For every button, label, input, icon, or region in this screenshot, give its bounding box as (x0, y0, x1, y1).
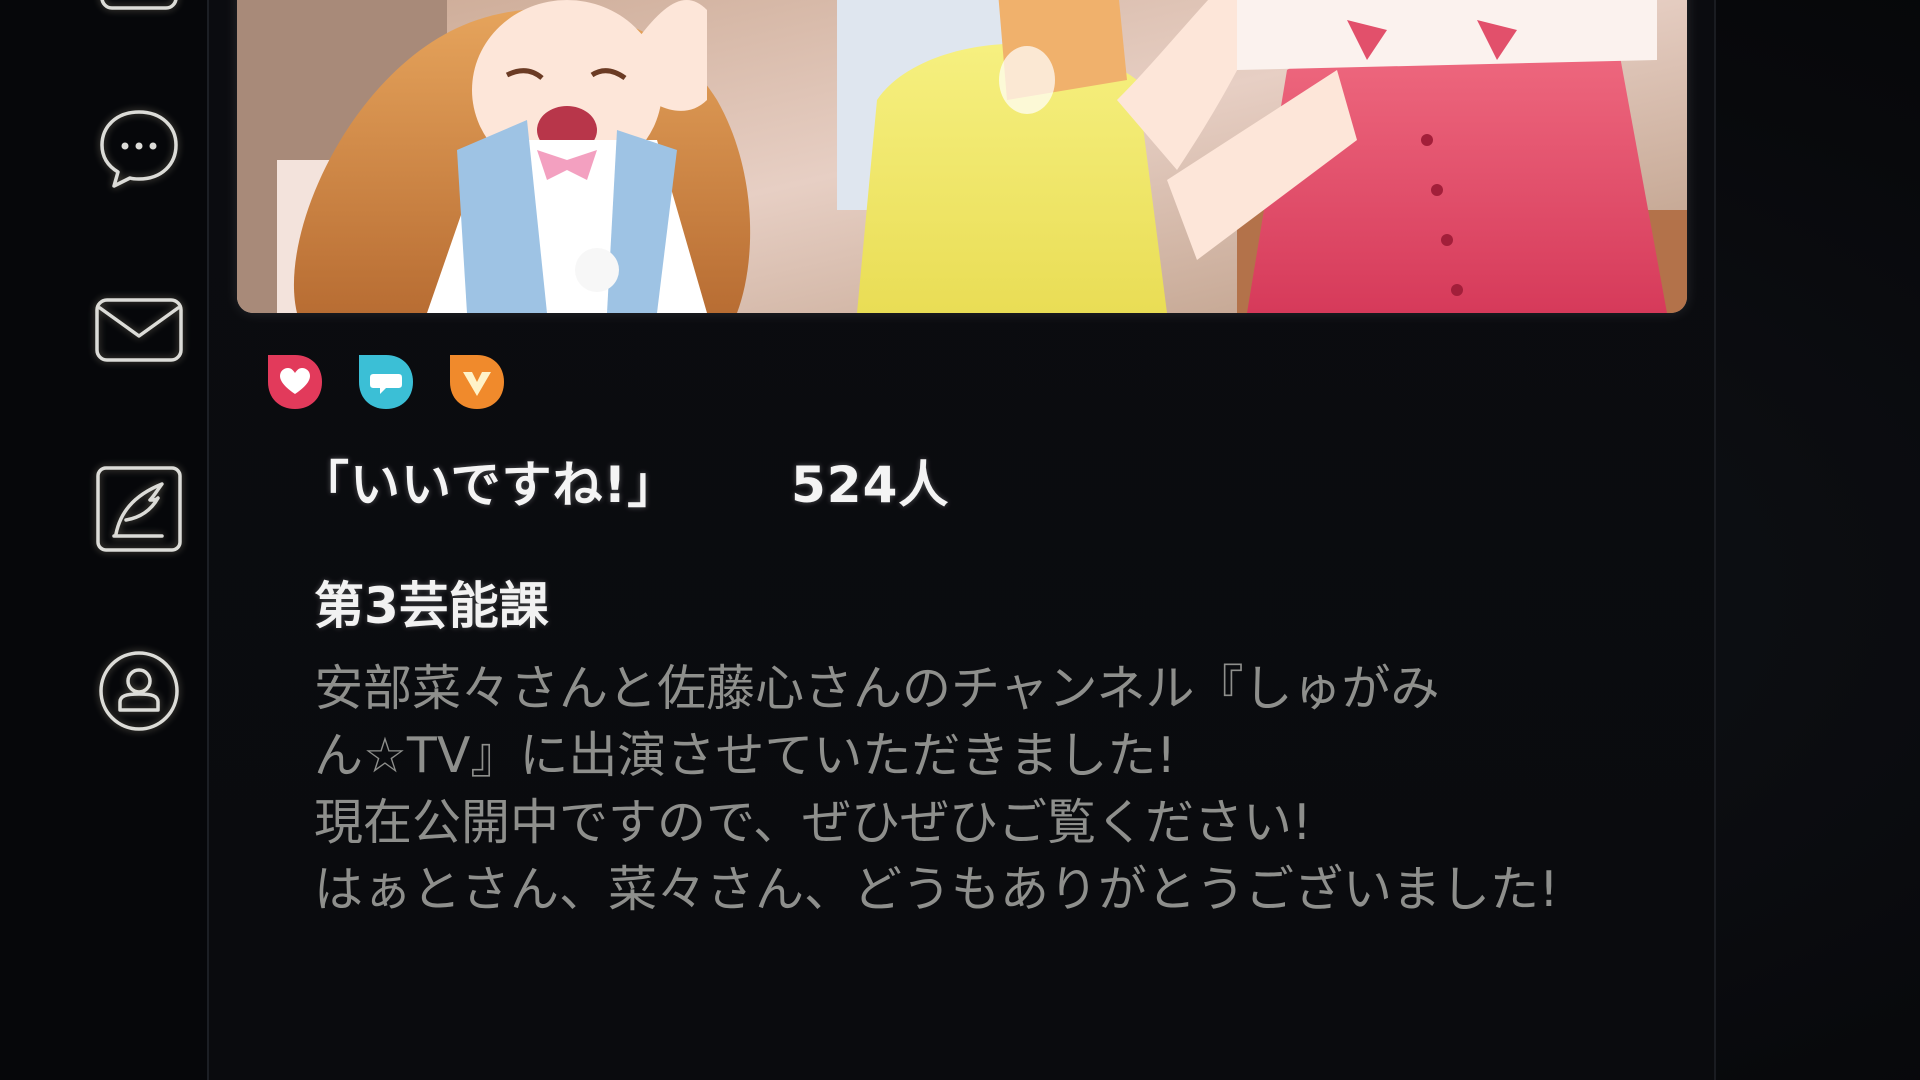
post-panel: 「いいですね!」 524人 第3芸能課 安部菜々さんと佐藤心さんのチャンネル『し… (209, 0, 1716, 1080)
post-body-line: 安部菜々さんと佐藤心さんのチャンネル『しゅがみ (314, 660, 1440, 717)
nav-top-partial-icon[interactable] (92, 0, 186, 28)
app-screen: 「いいですね!」 524人 第3芸能課 安部菜々さんと佐藤心さんのチャンネル『し… (0, 0, 1920, 1080)
nav-rail (0, 0, 209, 1080)
user-icon[interactable] (92, 644, 186, 738)
post-author[interactable]: 第3芸能課 (314, 566, 549, 638)
v-arrow-icon[interactable] (447, 352, 507, 412)
likes-count[interactable]: 524人 (791, 445, 949, 517)
chat-bubble-icon[interactable] (92, 100, 186, 194)
anime-screenshot-image[interactable] (237, 0, 1687, 313)
quill-icon[interactable] (92, 462, 186, 556)
likes-label[interactable]: 「いいですね!」 (299, 445, 678, 517)
speech-bubble-icon[interactable] (356, 352, 416, 412)
envelope-icon[interactable] (92, 282, 186, 376)
reaction-row (265, 352, 507, 412)
post-body: 安部菜々さんと佐藤心さんのチャンネル『しゅがみ ん☆TV』に出演させていただきま… (314, 655, 1614, 923)
post-body-line: はぁとさん、菜々さん、どうもありがとうございました! (314, 861, 1559, 918)
post-body-line: 現在公開中ですので、ぜひぜひご覧ください! (314, 794, 1312, 851)
heart-icon[interactable] (265, 352, 325, 412)
post-body-line: ん☆TV』に出演させていただきました! (314, 727, 1177, 784)
